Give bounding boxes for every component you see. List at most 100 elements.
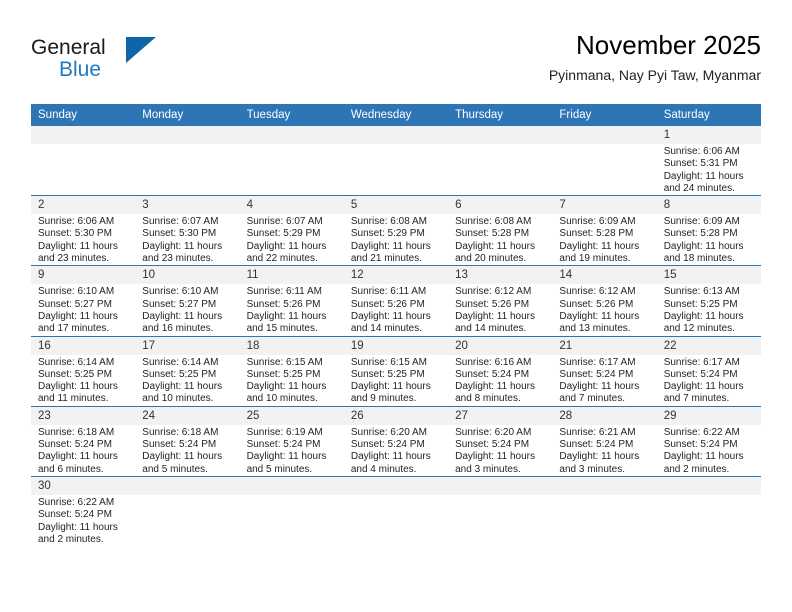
calendar-day-cell[interactable]: 8 Sunrise: 6:09 AM Sunset: 5:28 PM Daylight… xyxy=(656,195,761,266)
day-number: 20 xyxy=(448,336,553,355)
day-details: Sunrise: 6:15 AM Sunset: 5:25 PM Daylight:… xyxy=(240,355,344,406)
daylight-text-line2: and 17 minutes. xyxy=(38,323,110,335)
sunrise-text: Sunrise: 6:19 AM xyxy=(246,426,323,438)
calendar-day-cell[interactable]: 25 Sunrise: 6:19 AM Sunset: 5:24 PM Dayligh… xyxy=(239,405,344,477)
sunrise-text: Sunrise: 6:07 AM xyxy=(246,216,323,228)
daylight-text-line1: Daylight: 11 hours xyxy=(559,451,640,463)
calendar-day-cell[interactable]: 9 Sunrise: 6:10 AM Sunset: 5:27 PM Daylight… xyxy=(31,265,136,337)
sunset-text: Sunset: 5:25 PM xyxy=(663,298,738,310)
day-number xyxy=(239,476,344,495)
calendar-day-cell[interactable]: 4 Sunrise: 6:07 AM Sunset: 5:29 PM Daylight… xyxy=(239,195,344,266)
daylight-text-line1: Daylight: 11 hours xyxy=(246,240,327,252)
daylight-text-line1: Daylight: 11 hours xyxy=(455,240,535,252)
sunset-text: Sunset: 5:24 PM xyxy=(559,368,634,380)
daylight-text-line2: and 5 minutes. xyxy=(246,463,313,475)
cell-inner xyxy=(552,476,657,546)
day-number: 25 xyxy=(239,406,344,425)
cell-inner: 14 Sunrise: 6:12 AM Sunset: 5:26 PM Dayligh… xyxy=(552,266,657,335)
day-details: Sunrise: 6:08 AM Sunset: 5:28 PM Daylight:… xyxy=(448,214,552,265)
calendar-day-cell[interactable]: 16 Sunrise: 6:14 AM Sunset: 5:25 PM Dayligh… xyxy=(31,335,136,407)
calendar-day-cell[interactable]: 30 Sunrise: 6:22 AM Sunset: 5:24 PM Dayligh… xyxy=(31,475,136,547)
sunset-text: Sunset: 5:26 PM xyxy=(350,298,425,310)
calendar-day-cell[interactable]: 10 Sunrise: 6:10 AM Sunset: 5:27 PM Dayligh… xyxy=(135,265,240,337)
sunrise-text: Sunrise: 6:06 AM xyxy=(663,146,740,157)
cell-inner: 6 Sunrise: 6:08 AM Sunset: 5:28 PM Daylight… xyxy=(448,196,553,265)
daylight-text-line1: Daylight: 11 hours xyxy=(455,310,535,322)
calendar-day-cell[interactable]: 27 Sunrise: 6:20 AM Sunset: 5:24 PM Dayligh… xyxy=(448,405,553,477)
calendar-day-cell[interactable]: 21 Sunrise: 6:17 AM Sunset: 5:24 PM Dayligh… xyxy=(552,335,657,407)
daylight-text-line1: Daylight: 11 hours xyxy=(559,240,640,252)
cell-inner: 15 Sunrise: 6:13 AM Sunset: 5:25 PM Dayligh… xyxy=(656,266,761,335)
cell-inner xyxy=(343,476,449,546)
daylight-text-line1: Daylight: 11 hours xyxy=(663,381,744,393)
calendar-day-cell[interactable]: 6 Sunrise: 6:08 AM Sunset: 5:28 PM Daylight… xyxy=(448,195,553,266)
sunrise-text: Sunrise: 6:09 AM xyxy=(663,216,740,228)
general-blue-logo[interactable]: General Blue xyxy=(31,36,251,92)
calendar-day-cell[interactable]: 11 Sunrise: 6:11 AM Sunset: 5:26 PM Dayligh… xyxy=(239,265,344,337)
calendar-day-cell[interactable]: 26 Sunrise: 6:20 AM Sunset: 5:24 PM Dayligh… xyxy=(343,405,449,477)
daylight-text-line1: Daylight: 11 hours xyxy=(142,240,223,252)
daylight-text-line2: and 2 minutes. xyxy=(38,533,104,545)
cell-inner: 2 Sunrise: 6:06 AM Sunset: 5:30 PM Daylight… xyxy=(31,196,136,265)
day-number: 19 xyxy=(343,336,449,355)
calendar-cell-empty xyxy=(448,475,553,547)
cell-inner: 16 Sunrise: 6:14 AM Sunset: 5:25 PM Dayligh… xyxy=(31,336,136,406)
calendar-day-cell[interactable]: 24 Sunrise: 6:18 AM Sunset: 5:24 PM Dayligh… xyxy=(135,405,240,477)
calendar-body: 1 Sunrise: 6:06 AM Sunset: 5:31 PM Daylight… xyxy=(31,126,761,547)
cell-inner: 22 Sunrise: 6:17 AM Sunset: 5:24 PM Dayligh… xyxy=(656,336,761,406)
title-block: November 2025 Pyinmana, Nay Pyi Taw, Mya… xyxy=(549,28,761,86)
calendar-day-cell[interactable]: 22 Sunrise: 6:17 AM Sunset: 5:24 PM Dayligh… xyxy=(656,335,761,407)
daylight-text-line1: Daylight: 11 hours xyxy=(455,451,535,463)
calendar-day-cell[interactable]: 12 Sunrise: 6:11 AM Sunset: 5:26 PM Dayligh… xyxy=(343,265,449,337)
calendar-day-cell[interactable]: 1 Sunrise: 6:06 AM Sunset: 5:31 PM Daylight… xyxy=(656,126,761,196)
day-number xyxy=(552,476,657,495)
calendar-day-cell[interactable]: 3 Sunrise: 6:07 AM Sunset: 5:30 PM Daylight… xyxy=(135,195,240,266)
day-number: 29 xyxy=(656,406,761,425)
day-number: 26 xyxy=(343,406,449,425)
cell-inner: 1 Sunrise: 6:06 AM Sunset: 5:31 PM Daylight… xyxy=(656,126,761,195)
daylight-text-line1: Daylight: 11 hours xyxy=(246,310,327,322)
cell-inner: 30 Sunrise: 6:22 AM Sunset: 5:24 PM Dayligh… xyxy=(31,476,136,546)
calendar-cell-empty xyxy=(343,126,449,196)
sunset-text: Sunset: 5:28 PM xyxy=(455,228,530,240)
day-number: 14 xyxy=(552,266,657,285)
day-details: Sunrise: 6:18 AM Sunset: 5:24 PM Daylight:… xyxy=(31,425,135,476)
calendar-page: General Blue November 2025 Pyinmana, Nay… xyxy=(0,0,792,612)
calendar-day-cell[interactable]: 29 Sunrise: 6:22 AM Sunset: 5:24 PM Dayligh… xyxy=(656,405,761,477)
sunrise-text: Sunrise: 6:14 AM xyxy=(142,356,219,368)
weekday-header: Sunday Monday Tuesday Wednesday Thursday Frid… xyxy=(31,104,761,126)
calendar-day-cell[interactable]: 28 Sunrise: 6:21 AM Sunset: 5:24 PM Dayligh… xyxy=(552,405,657,477)
calendar-day-cell[interactable]: 18 Sunrise: 6:15 AM Sunset: 5:25 PM Dayligh… xyxy=(239,335,344,407)
sunrise-text: Sunrise: 6:14 AM xyxy=(38,356,115,368)
calendar-day-cell[interactable]: 19 Sunrise: 6:15 AM Sunset: 5:25 PM Dayligh… xyxy=(343,335,449,407)
sunrise-text: Sunrise: 6:12 AM xyxy=(559,286,636,298)
calendar-day-cell[interactable]: 20 Sunrise: 6:16 AM Sunset: 5:24 PM Dayligh… xyxy=(448,335,553,407)
cell-inner xyxy=(343,126,449,195)
sunrise-text: Sunrise: 6:10 AM xyxy=(38,286,115,298)
day-number: 17 xyxy=(135,336,240,355)
calendar-day-cell[interactable]: 17 Sunrise: 6:14 AM Sunset: 5:25 PM Dayligh… xyxy=(135,335,240,407)
cell-inner xyxy=(552,126,657,195)
day-number xyxy=(343,126,449,144)
day-number xyxy=(135,126,240,144)
day-details: Sunrise: 6:07 AM Sunset: 5:30 PM Daylight:… xyxy=(135,214,239,265)
cell-inner xyxy=(656,476,761,546)
sunrise-text: Sunrise: 6:07 AM xyxy=(142,216,219,228)
calendar-day-cell[interactable]: 13 Sunrise: 6:12 AM Sunset: 5:26 PM Dayligh… xyxy=(448,265,553,337)
calendar-day-cell[interactable]: 14 Sunrise: 6:12 AM Sunset: 5:26 PM Dayligh… xyxy=(552,265,657,337)
day-number: 23 xyxy=(31,406,136,425)
day-details: Sunrise: 6:10 AM Sunset: 5:27 PM Daylight:… xyxy=(31,284,135,335)
calendar-day-cell[interactable]: 7 Sunrise: 6:09 AM Sunset: 5:28 PM Daylight… xyxy=(552,195,657,266)
cell-inner: 24 Sunrise: 6:18 AM Sunset: 5:24 PM Dayligh… xyxy=(135,406,240,476)
day-details: Sunrise: 6:21 AM Sunset: 5:24 PM Daylight:… xyxy=(552,425,656,476)
cell-inner: 9 Sunrise: 6:10 AM Sunset: 5:27 PM Daylight… xyxy=(31,266,136,335)
calendar-day-cell[interactable]: 23 Sunrise: 6:18 AM Sunset: 5:24 PM Dayligh… xyxy=(31,405,136,477)
sunrise-text: Sunrise: 6:13 AM xyxy=(663,286,740,298)
day-number: 18 xyxy=(239,336,344,355)
calendar-day-cell[interactable]: 15 Sunrise: 6:13 AM Sunset: 5:25 PM Dayligh… xyxy=(656,265,761,337)
calendar-day-cell[interactable]: 5 Sunrise: 6:08 AM Sunset: 5:29 PM Daylight… xyxy=(343,195,449,266)
calendar-day-cell[interactable]: 2 Sunrise: 6:06 AM Sunset: 5:30 PM Daylight… xyxy=(31,195,136,266)
daylight-text-line1: Daylight: 11 hours xyxy=(559,310,640,322)
sunrise-text: Sunrise: 6:20 AM xyxy=(350,426,427,438)
calendar-table: Sunday Monday Tuesday Wednesday Thursday Frid… xyxy=(31,104,761,547)
